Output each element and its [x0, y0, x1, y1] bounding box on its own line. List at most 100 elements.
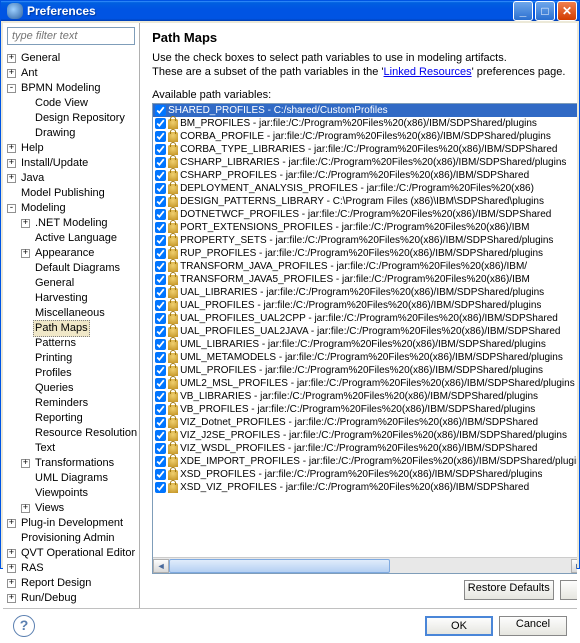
- collapse-icon[interactable]: -: [7, 84, 16, 93]
- tree-item[interactable]: -Modeling: [5, 201, 139, 216]
- close-button[interactable]: ✕: [557, 1, 577, 21]
- path-variable-checkbox[interactable]: [155, 339, 166, 350]
- tree-item[interactable]: Printing: [5, 351, 139, 366]
- apply-button[interactable]: Apply: [560, 580, 577, 600]
- tree-item[interactable]: Design Repository: [5, 111, 139, 126]
- path-variable-checkbox[interactable]: [155, 235, 166, 246]
- path-variable-row[interactable]: TRANSFORM_JAVA5_PROFILES - jar:file:/C:/…: [153, 273, 577, 286]
- tree-item[interactable]: Path Maps: [5, 321, 139, 336]
- expand-icon[interactable]: +: [7, 54, 16, 63]
- tree-item[interactable]: Viewpoints: [5, 486, 139, 501]
- path-variable-row[interactable]: PROPERTY_SETS - jar:file:/C:/Program%20F…: [153, 234, 577, 247]
- tree-item[interactable]: Reminders: [5, 396, 139, 411]
- path-variable-row[interactable]: TRANSFORM_JAVA_PROFILES - jar:file:/C:/P…: [153, 260, 577, 273]
- path-variable-row[interactable]: UAL_PROFILES - jar:file:/C:/Program%20Fi…: [153, 299, 577, 312]
- path-variable-row[interactable]: PORT_EXTENSIONS_PROFILES - jar:file:/C:/…: [153, 221, 577, 234]
- path-variable-checkbox[interactable]: [155, 131, 166, 142]
- path-variable-checkbox[interactable]: [155, 404, 166, 415]
- tree-item[interactable]: General: [5, 276, 139, 291]
- path-variable-row[interactable]: XSD_PROFILES - jar:file:/C:/Program%20Fi…: [153, 468, 577, 481]
- tree-item[interactable]: Harvesting: [5, 291, 139, 306]
- help-icon[interactable]: ?: [13, 615, 35, 637]
- path-variable-row[interactable]: RUP_PROFILES - jar:file:/C:/Program%20Fi…: [153, 247, 577, 260]
- restore-defaults-button[interactable]: Restore Defaults: [464, 580, 554, 600]
- path-variable-row[interactable]: XDE_IMPORT_PROFILES - jar:file:/C:/Progr…: [153, 455, 577, 468]
- linked-resources-link[interactable]: Linked Resources: [384, 66, 472, 78]
- path-variable-row[interactable]: VB_PROFILES - jar:file:/C:/Program%20Fil…: [153, 403, 577, 416]
- path-variable-checkbox[interactable]: [155, 365, 166, 376]
- cancel-button[interactable]: Cancel: [499, 616, 567, 636]
- horizontal-scrollbar[interactable]: ◄ ►: [153, 557, 577, 573]
- expand-icon[interactable]: +: [7, 549, 16, 558]
- tree-item[interactable]: Text: [5, 441, 139, 456]
- path-variable-checkbox[interactable]: [155, 313, 166, 324]
- path-variable-checkbox[interactable]: [155, 105, 166, 116]
- path-variable-row[interactable]: BM_PROFILES - jar:file:/C:/Program%20Fil…: [153, 117, 577, 130]
- maximize-button[interactable]: □: [535, 1, 555, 21]
- tree-item[interactable]: +.NET Modeling: [5, 216, 139, 231]
- path-variable-row[interactable]: UML2_MSL_PROFILES - jar:file:/C:/Program…: [153, 377, 577, 390]
- expand-icon[interactable]: +: [7, 174, 16, 183]
- path-variable-checkbox[interactable]: [155, 274, 166, 285]
- path-variable-row[interactable]: CORBA_TYPE_LIBRARIES - jar:file:/C:/Prog…: [153, 143, 577, 156]
- tree-item[interactable]: +QVT Operational Editor: [5, 546, 139, 561]
- expand-icon[interactable]: +: [7, 519, 16, 528]
- path-variable-row[interactable]: VIZ_Dotnet_PROFILES - jar:file:/C:/Progr…: [153, 416, 577, 429]
- path-variable-row[interactable]: SHARED_PROFILES - C:/shared/CustomProfil…: [153, 104, 577, 117]
- path-variable-row[interactable]: VIZ_J2SE_PROFILES - jar:file:/C:/Program…: [153, 429, 577, 442]
- path-variable-checkbox[interactable]: [155, 352, 166, 363]
- titlebar[interactable]: Preferences _ □ ✕: [1, 1, 579, 21]
- expand-icon[interactable]: +: [7, 579, 16, 588]
- path-variable-row[interactable]: XSD_VIZ_PROFILES - jar:file:/C:/Program%…: [153, 481, 577, 494]
- expand-icon[interactable]: +: [7, 69, 16, 78]
- tree-item[interactable]: Active Language: [5, 231, 139, 246]
- tree-item[interactable]: Miscellaneous: [5, 306, 139, 321]
- tree-item[interactable]: UML Diagrams: [5, 471, 139, 486]
- expand-icon[interactable]: +: [7, 159, 16, 168]
- path-variable-checkbox[interactable]: [155, 248, 166, 259]
- expand-icon[interactable]: +: [21, 249, 30, 258]
- path-variable-checkbox[interactable]: [155, 222, 166, 233]
- path-variable-row[interactable]: CORBA_PROFILE - jar:file:/C:/Program%20F…: [153, 130, 577, 143]
- path-variable-checkbox[interactable]: [155, 391, 166, 402]
- path-variable-row[interactable]: CSHARP_PROFILES - jar:file:/C:/Program%2…: [153, 169, 577, 182]
- path-variable-row[interactable]: CSHARP_LIBRARIES - jar:file:/C:/Program%…: [153, 156, 577, 169]
- path-variable-checkbox[interactable]: [155, 482, 166, 493]
- path-variable-checkbox[interactable]: [155, 183, 166, 194]
- path-variable-checkbox[interactable]: [155, 443, 166, 454]
- path-variable-row[interactable]: DEPLOYMENT_ANALYSIS_PROFILES - jar:file:…: [153, 182, 577, 195]
- tree-item[interactable]: Provisioning Admin: [5, 531, 139, 546]
- expand-icon[interactable]: +: [21, 504, 30, 513]
- scroll-right-icon[interactable]: ►: [571, 559, 577, 573]
- path-variable-row[interactable]: UML_PROFILES - jar:file:/C:/Program%20Fi…: [153, 364, 577, 377]
- tree-item[interactable]: +Views: [5, 501, 139, 516]
- expand-icon[interactable]: +: [7, 594, 16, 603]
- scroll-left-icon[interactable]: ◄: [153, 559, 169, 573]
- path-variable-checkbox[interactable]: [155, 261, 166, 272]
- tree-item[interactable]: +Help: [5, 141, 139, 156]
- tree-item[interactable]: -BPMN Modeling: [5, 81, 139, 96]
- tree-item[interactable]: +Plug-in Development: [5, 516, 139, 531]
- tree-item[interactable]: +Java: [5, 171, 139, 186]
- tree-item[interactable]: Model Publishing: [5, 186, 139, 201]
- path-variables-list[interactable]: SHARED_PROFILES - C:/shared/CustomProfil…: [152, 103, 577, 574]
- path-variable-checkbox[interactable]: [155, 287, 166, 298]
- path-variable-checkbox[interactable]: [155, 170, 166, 181]
- path-variable-checkbox[interactable]: [155, 196, 166, 207]
- minimize-button[interactable]: _: [513, 1, 533, 21]
- tree-item[interactable]: +Transformations: [5, 456, 139, 471]
- path-variable-checkbox[interactable]: [155, 469, 166, 480]
- path-variable-row[interactable]: UML_LIBRARIES - jar:file:/C:/Program%20F…: [153, 338, 577, 351]
- path-variable-row[interactable]: UML_METAMODELS - jar:file:/C:/Program%20…: [153, 351, 577, 364]
- path-variable-row[interactable]: UAL_PROFILES_UAL2JAVA - jar:file:/C:/Pro…: [153, 325, 577, 338]
- expand-icon[interactable]: +: [7, 144, 16, 153]
- tree-item[interactable]: Drawing: [5, 126, 139, 141]
- scroll-thumb[interactable]: [169, 559, 390, 573]
- path-variable-checkbox[interactable]: [155, 378, 166, 389]
- path-variable-row[interactable]: DOTNETWCF_PROFILES - jar:file:/C:/Progra…: [153, 208, 577, 221]
- tree-item[interactable]: +Run/Debug: [5, 591, 139, 606]
- tree-item[interactable]: +Report Design: [5, 576, 139, 591]
- path-variable-checkbox[interactable]: [155, 118, 166, 129]
- collapse-icon[interactable]: -: [7, 204, 16, 213]
- tree-item[interactable]: Default Diagrams: [5, 261, 139, 276]
